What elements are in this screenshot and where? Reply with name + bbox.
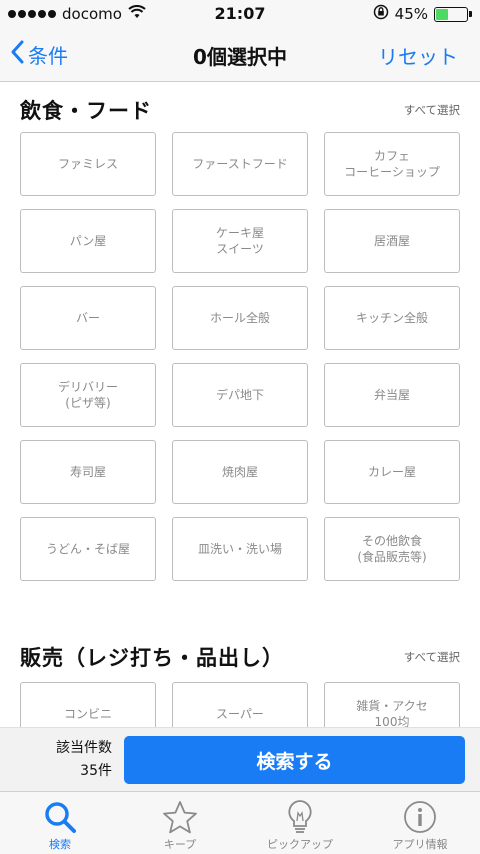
category-option[interactable]: カレー屋 <box>324 440 460 504</box>
category-option[interactable]: ケーキ屋 スイーツ <box>172 209 308 273</box>
category-option[interactable]: ホール全般 <box>172 286 308 350</box>
section-title: 販売（レジ打ち・品出し） <box>20 646 284 670</box>
category-option[interactable]: うどん・そば屋 <box>20 517 156 581</box>
select-all-button[interactable]: すべて選択 <box>404 102 460 118</box>
select-all-button[interactable]: すべて選択 <box>404 649 460 665</box>
category-option[interactable]: その他飲食 (食品販売等) <box>324 517 460 581</box>
section-retail: 販売（レジ打ち・品出し） すべて選択 コンビニ スーパー 雑貨・アクセ 100均 <box>0 629 480 727</box>
category-grid: コンビニ スーパー 雑貨・アクセ 100均 <box>20 682 460 727</box>
search-footer: 該当件数 35件 検索する <box>0 727 480 791</box>
category-option[interactable]: パン屋 <box>20 209 156 273</box>
battery-icon <box>434 6 468 22</box>
section-title: 飲食・フード <box>20 99 152 123</box>
category-option[interactable]: ファーストフード <box>172 132 308 196</box>
section-food: 飲食・フード すべて選択 ファミレス ファーストフード カフェ コーヒーショップ… <box>0 82 480 581</box>
status-bar: docomo 21:07 45% <box>0 0 480 28</box>
tab-label: 検索 <box>49 838 71 851</box>
tab-bar: 検索 キープ ピックアップ アプリ情報 <box>0 791 480 854</box>
category-option[interactable]: ファミレス <box>20 132 156 196</box>
category-option[interactable]: 弁当屋 <box>324 363 460 427</box>
tab-search[interactable]: 検索 <box>0 792 120 854</box>
category-option[interactable]: スーパー <box>172 682 308 727</box>
battery-percent: 45% <box>394 5 428 23</box>
category-option[interactable]: 雑貨・アクセ 100均 <box>324 682 460 727</box>
category-option[interactable]: バー <box>20 286 156 350</box>
category-option[interactable]: 焼肉屋 <box>172 440 308 504</box>
category-option[interactable]: 皿洗い・洗い場 <box>172 517 308 581</box>
navigation-bar: 条件 0個選択中 リセット <box>0 28 480 82</box>
category-option[interactable]: 居酒屋 <box>324 209 460 273</box>
result-count: 35件 <box>80 763 112 779</box>
category-option[interactable]: コンビニ <box>20 682 156 727</box>
category-option[interactable]: デリバリー (ピザ等) <box>20 363 156 427</box>
search-icon <box>43 799 77 835</box>
tab-label: キープ <box>163 838 197 851</box>
info-icon <box>403 799 437 835</box>
category-option[interactable]: キッチン全般 <box>324 286 460 350</box>
category-grid: ファミレス ファーストフード カフェ コーヒーショップ パン屋 ケーキ屋 スイー… <box>20 132 460 581</box>
reset-button[interactable]: リセット <box>378 41 458 70</box>
result-count-label: 該当件数 <box>56 740 112 756</box>
tab-pickup[interactable]: ピックアップ <box>240 792 360 854</box>
tab-label: ピックアップ <box>267 838 333 851</box>
lightbulb-icon <box>285 799 315 835</box>
category-option[interactable]: 寿司屋 <box>20 440 156 504</box>
tab-app-info[interactable]: アプリ情報 <box>360 792 480 854</box>
category-option[interactable]: カフェ コーヒーショップ <box>324 132 460 196</box>
tab-label: アプリ情報 <box>392 838 448 851</box>
status-right: 45% <box>373 4 472 24</box>
category-option[interactable]: デパ地下 <box>172 363 308 427</box>
search-button[interactable]: 検索する <box>124 736 465 784</box>
orientation-lock-icon <box>373 4 389 24</box>
star-icon <box>162 799 198 835</box>
tab-keep[interactable]: キープ <box>120 792 240 854</box>
category-list[interactable]: 飲食・フード すべて選択 ファミレス ファーストフード カフェ コーヒーショップ… <box>0 82 480 727</box>
